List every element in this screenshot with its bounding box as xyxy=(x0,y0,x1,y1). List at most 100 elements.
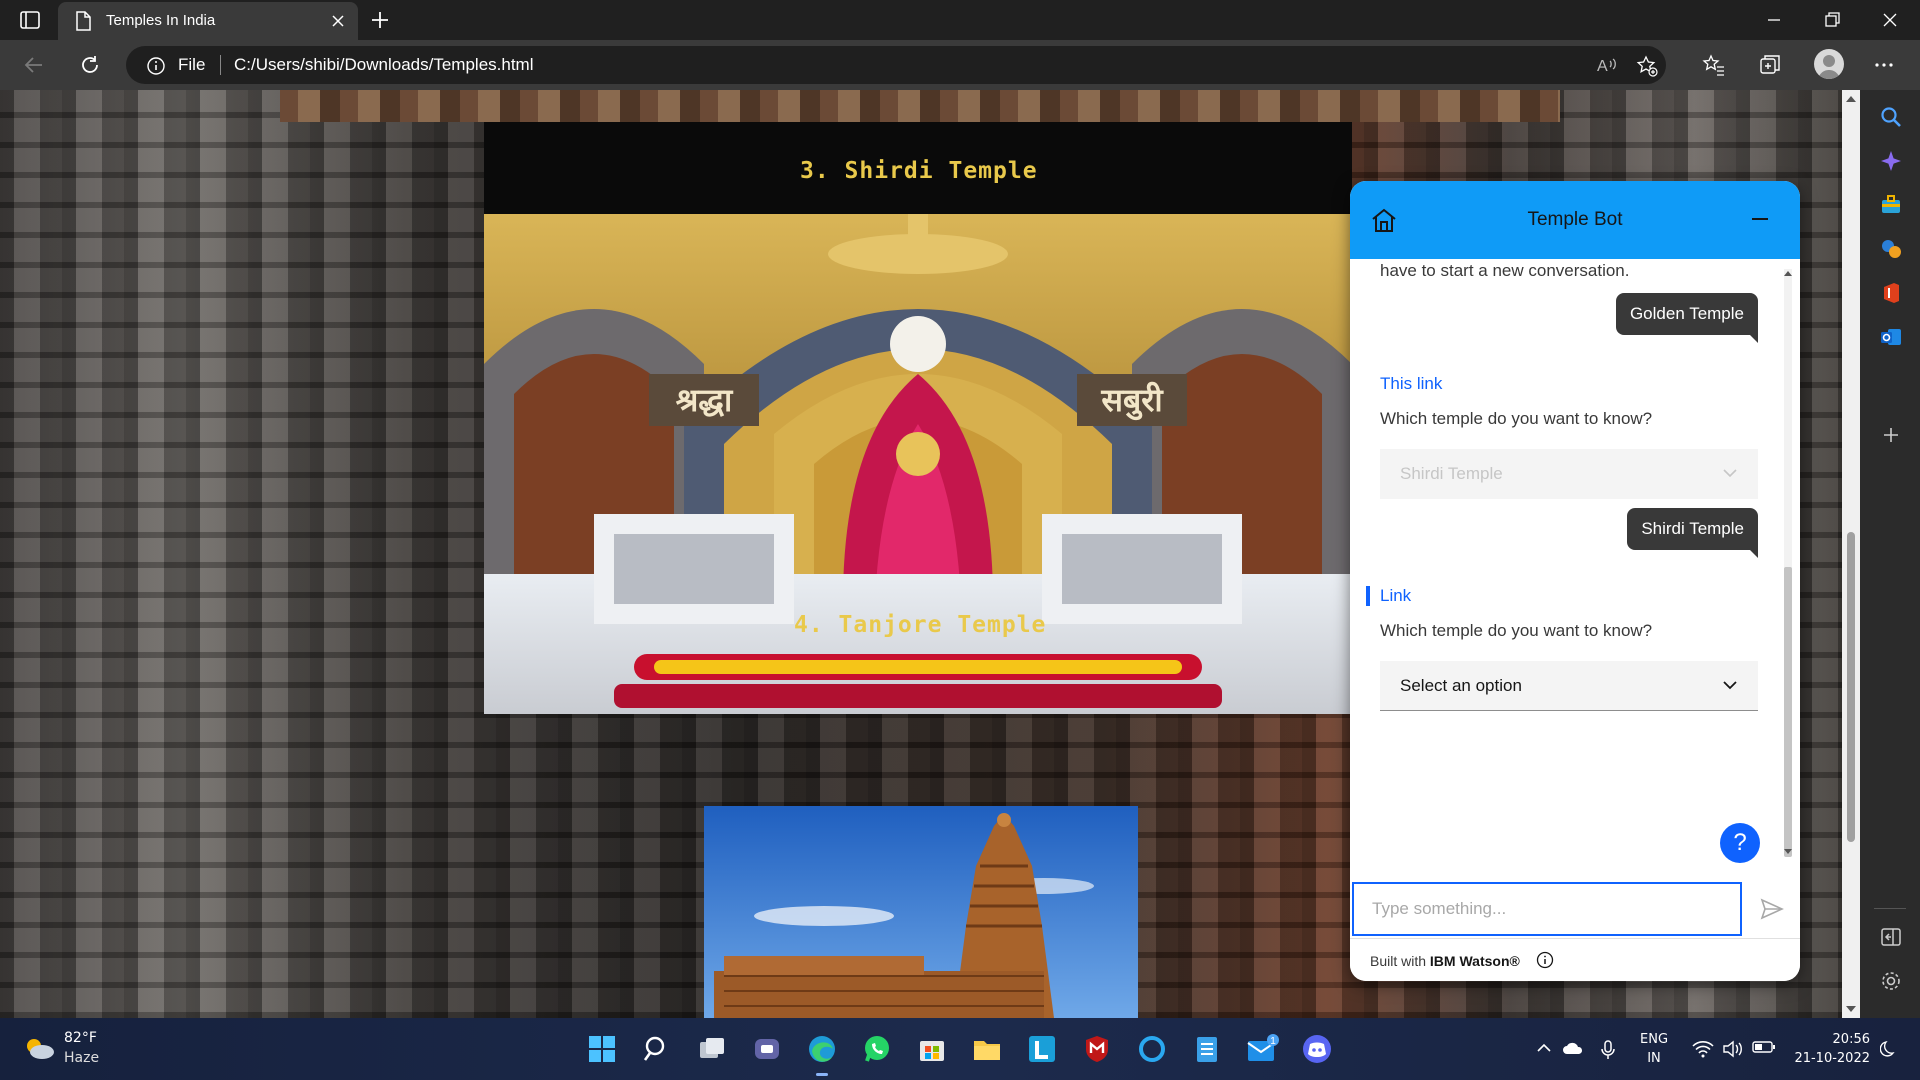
settings-gear-icon[interactable] xyxy=(1880,970,1902,992)
l-app-icon[interactable] xyxy=(1026,1033,1058,1065)
tanjore-heading: 4. Tanjore Temple xyxy=(794,612,1047,638)
collections-icon[interactable] xyxy=(1758,53,1782,77)
onedrive-cloud-icon[interactable] xyxy=(1562,1040,1584,1056)
language-region: IN xyxy=(1647,1051,1661,1066)
hide-sidebar-icon[interactable] xyxy=(1880,926,1902,948)
send-icon[interactable] xyxy=(1760,898,1784,920)
add-favorite-icon[interactable] xyxy=(1636,55,1658,77)
search-taskbar-icon[interactable] xyxy=(641,1033,673,1065)
address-url[interactable]: C:/Users/shibi/Downloads/Temples.html xyxy=(234,55,534,75)
info-icon[interactable] xyxy=(1536,951,1554,969)
games-icon[interactable] xyxy=(1880,238,1902,260)
tanjore-temple-image xyxy=(704,806,1138,1018)
close-tab-icon[interactable] xyxy=(330,13,346,29)
restore-window-icon[interactable] xyxy=(1822,10,1842,30)
edge-sidebar xyxy=(1860,90,1920,1018)
system-clock[interactable]: 20:56 21-10-2022 xyxy=(1790,1030,1870,1068)
minimize-chat-icon[interactable] xyxy=(1752,218,1768,220)
chat-message-input[interactable] xyxy=(1352,882,1742,936)
profile-avatar[interactable] xyxy=(1814,49,1844,79)
close-window-icon[interactable] xyxy=(1880,10,1900,30)
windows-taskbar: 82°F Haze 1 ENG IN 20:56 21-10-2022 xyxy=(0,1018,1920,1080)
bot-link[interactable]: Link xyxy=(1380,586,1411,606)
bot-link[interactable]: This link xyxy=(1380,374,1442,394)
shirdi-heading: 3. Shirdi Temple xyxy=(800,158,1038,184)
watson-brand: IBM Watson® xyxy=(1429,953,1520,969)
clock-date: 21-10-2022 xyxy=(1794,1051,1870,1066)
weather-haze-icon[interactable] xyxy=(22,1036,56,1062)
mail-icon[interactable]: 1 xyxy=(1246,1033,1279,1065)
user-message: Shirdi Temple xyxy=(1627,508,1758,558)
chevron-down-icon xyxy=(1722,467,1738,479)
notifications-moon-icon[interactable] xyxy=(1880,1040,1898,1058)
chat-scroll-thumb[interactable] xyxy=(1784,567,1792,857)
shirdi-sign-left: श्रद्धा xyxy=(676,381,734,419)
language-code: ENG xyxy=(1640,1032,1669,1047)
discover-sparkle-icon[interactable] xyxy=(1880,150,1902,172)
input-language-indicator[interactable]: ENG IN xyxy=(1640,1030,1668,1068)
chat-footer: Built with IBM Watson® xyxy=(1350,938,1800,981)
tab-actions-icon[interactable] xyxy=(18,8,42,32)
title-bar: Temples In India xyxy=(0,0,1920,40)
volume-speaker-icon[interactable] xyxy=(1722,1040,1744,1058)
scrollbar-thumb[interactable] xyxy=(1847,532,1855,842)
wifi-icon[interactable] xyxy=(1692,1040,1714,1058)
file-explorer-icon[interactable] xyxy=(971,1033,1003,1065)
chatbot-widget: Temple Bot have to start a new conversat… xyxy=(1350,181,1800,981)
svg-text:A: A xyxy=(1597,58,1608,75)
more-options-icon[interactable] xyxy=(1872,53,1896,77)
bot-question: Which temple do you want to know? xyxy=(1380,409,1653,428)
read-aloud-icon[interactable]: A xyxy=(1596,55,1618,75)
favorites-icon[interactable] xyxy=(1702,53,1726,77)
page-scrollbar[interactable] xyxy=(1842,90,1860,1018)
new-tab-icon[interactable] xyxy=(368,8,392,32)
show-hidden-icons-chevron-up-icon[interactable] xyxy=(1536,1040,1552,1056)
chat-scrollbar[interactable] xyxy=(1784,269,1792,857)
scroll-down-arrow-icon[interactable] xyxy=(1846,1006,1856,1012)
weather-temperature[interactable]: 82°F xyxy=(64,1030,97,1046)
built-with-label: Built with IBM Watson® xyxy=(1370,953,1520,969)
browser-toolbar: File C:/Users/shibi/Downloads/Temples.ht… xyxy=(0,40,1920,90)
add-sidebar-app-icon[interactable] xyxy=(1880,424,1902,446)
focus-indicator xyxy=(1366,586,1370,606)
outlook-icon[interactable] xyxy=(1880,326,1902,348)
microphone-icon[interactable] xyxy=(1600,1040,1616,1060)
tab-title: Temples In India xyxy=(106,12,216,29)
battery-icon[interactable] xyxy=(1752,1040,1776,1054)
edge-browser-icon[interactable] xyxy=(806,1033,838,1076)
built-with-prefix: Built with xyxy=(1370,953,1430,969)
whatsapp-icon[interactable] xyxy=(861,1033,893,1065)
microsoft-store-icon[interactable] xyxy=(916,1033,948,1065)
browser-tab[interactable]: Temples In India xyxy=(58,2,358,40)
discord-icon[interactable] xyxy=(1301,1033,1333,1065)
back-arrow-icon[interactable] xyxy=(22,53,46,77)
refresh-icon[interactable] xyxy=(78,53,102,77)
dropdown-value: Shirdi Temple xyxy=(1400,464,1503,483)
cortana-ring-icon[interactable] xyxy=(1136,1033,1168,1065)
weather-description[interactable]: Haze xyxy=(64,1050,99,1066)
search-icon[interactable] xyxy=(1880,106,1902,128)
page-icon xyxy=(74,11,92,31)
scroll-up-arrow-icon[interactable] xyxy=(1846,96,1856,102)
address-bar[interactable]: File C:/Users/shibi/Downloads/Temples.ht… xyxy=(126,46,1666,84)
tools-briefcase-icon[interactable] xyxy=(1880,194,1902,216)
start-windows-icon[interactable] xyxy=(586,1033,618,1065)
shirdi-sign-right: सबुरी xyxy=(1100,381,1164,421)
minimize-window-icon[interactable] xyxy=(1764,10,1784,30)
chat-scroll-up-arrow-icon[interactable] xyxy=(1784,271,1792,276)
site-info-icon[interactable] xyxy=(146,56,166,76)
task-view-icon[interactable] xyxy=(696,1033,728,1065)
mcafee-shield-icon[interactable] xyxy=(1081,1033,1113,1065)
temple-select-dropdown[interactable]: Select an option xyxy=(1380,661,1758,711)
shirdi-temple-image: श्रद्धा सबुरी xyxy=(484,214,1352,714)
temple-select-dropdown-answered: Shirdi Temple xyxy=(1380,449,1758,499)
chat-scroll-down-arrow-icon[interactable] xyxy=(1784,849,1792,854)
dropdown-placeholder: Select an option xyxy=(1400,676,1522,695)
chatbot-header: Temple Bot xyxy=(1350,181,1800,259)
help-button[interactable]: ? xyxy=(1720,823,1760,863)
notepad-icon[interactable] xyxy=(1191,1033,1223,1065)
teams-chat-icon[interactable] xyxy=(751,1033,783,1065)
office-icon[interactable] xyxy=(1880,282,1902,304)
user-message: Golden Temple xyxy=(1615,293,1759,343)
sidebar-divider xyxy=(1874,908,1906,909)
